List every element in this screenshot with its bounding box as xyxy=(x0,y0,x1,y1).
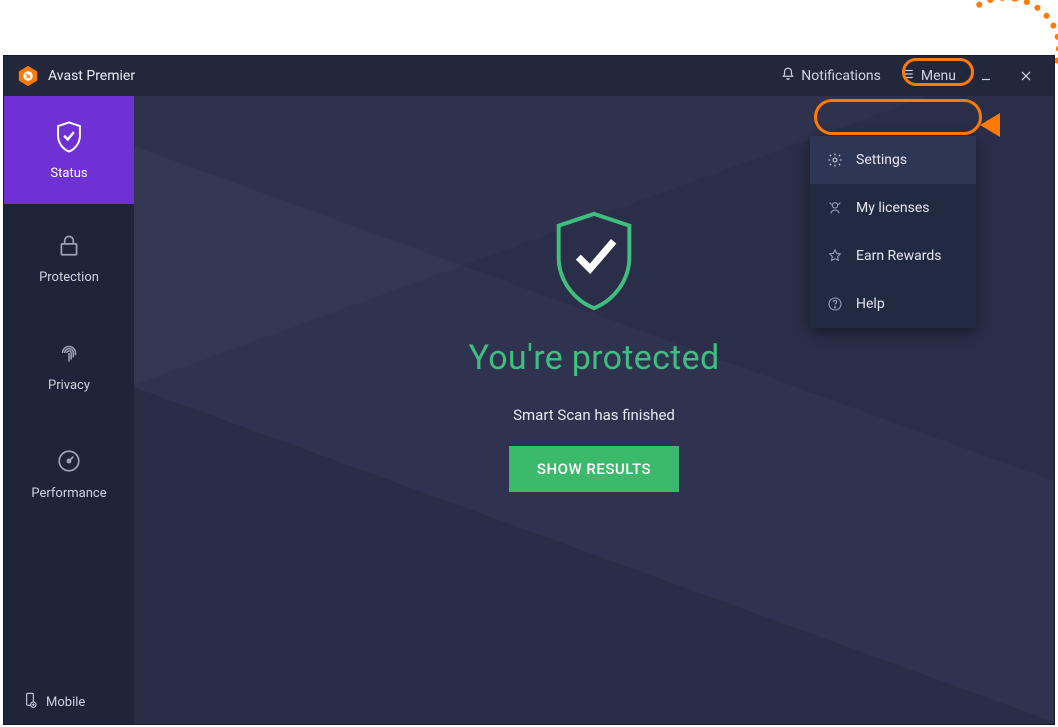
sidebar-item-status[interactable]: Status xyxy=(4,96,134,204)
titlebar: Avast Premier Notifications Menu xyxy=(4,56,1054,96)
app-body: Status Protection Privacy xyxy=(4,96,1054,724)
sidebar-item-label: Protection xyxy=(39,270,99,285)
menu-item-label: Settings xyxy=(856,152,907,168)
menu-dropdown: Settings My licenses Earn Rewards xyxy=(810,136,976,328)
menu-label: Menu xyxy=(921,68,956,84)
mobile-icon xyxy=(22,692,38,712)
lock-icon xyxy=(56,232,82,262)
sidebar-item-label: Mobile xyxy=(46,695,85,710)
sidebar: Status Protection Privacy xyxy=(4,96,134,724)
show-results-button[interactable]: SHOW RESULTS xyxy=(509,446,679,492)
status-subline: Smart Scan has finished xyxy=(513,406,675,424)
menu-item-rewards[interactable]: Earn Rewards xyxy=(810,232,976,280)
licenses-icon xyxy=(826,199,844,217)
app-title: Avast Premier xyxy=(48,68,135,84)
menu-item-licenses[interactable]: My licenses xyxy=(810,184,976,232)
sidebar-item-privacy[interactable]: Privacy xyxy=(4,312,134,420)
bell-icon xyxy=(781,67,795,85)
sidebar-item-protection[interactable]: Protection xyxy=(4,204,134,312)
menu-item-label: Help xyxy=(856,296,885,312)
notifications-label: Notifications xyxy=(801,68,881,84)
shield-check-icon xyxy=(54,120,84,158)
hamburger-icon xyxy=(901,67,915,85)
sidebar-item-mobile[interactable]: Mobile xyxy=(4,680,134,724)
gauge-icon xyxy=(56,448,82,478)
gear-icon xyxy=(826,151,844,169)
sidebar-item-label: Status xyxy=(50,166,87,181)
status-headline: You're protected xyxy=(469,338,720,378)
menu-item-settings[interactable]: Settings xyxy=(810,136,976,184)
shield-large-icon xyxy=(546,206,642,320)
menu-item-label: Earn Rewards xyxy=(856,248,941,264)
app-window: Avast Premier Notifications Menu xyxy=(4,56,1054,724)
sidebar-item-label: Performance xyxy=(31,486,106,501)
help-icon xyxy=(826,295,844,313)
menu-item-label: My licenses xyxy=(856,200,930,216)
menu-button[interactable]: Menu xyxy=(891,63,966,89)
avast-logo-icon xyxy=(16,64,40,88)
star-icon xyxy=(826,247,844,265)
notifications-button[interactable]: Notifications xyxy=(771,63,891,89)
menu-item-help[interactable]: Help xyxy=(810,280,976,328)
sidebar-item-performance[interactable]: Performance xyxy=(4,420,134,528)
close-button[interactable] xyxy=(1006,56,1046,96)
sidebar-item-label: Privacy xyxy=(48,378,90,393)
fingerprint-icon xyxy=(56,340,82,370)
minimize-button[interactable] xyxy=(966,56,1006,96)
